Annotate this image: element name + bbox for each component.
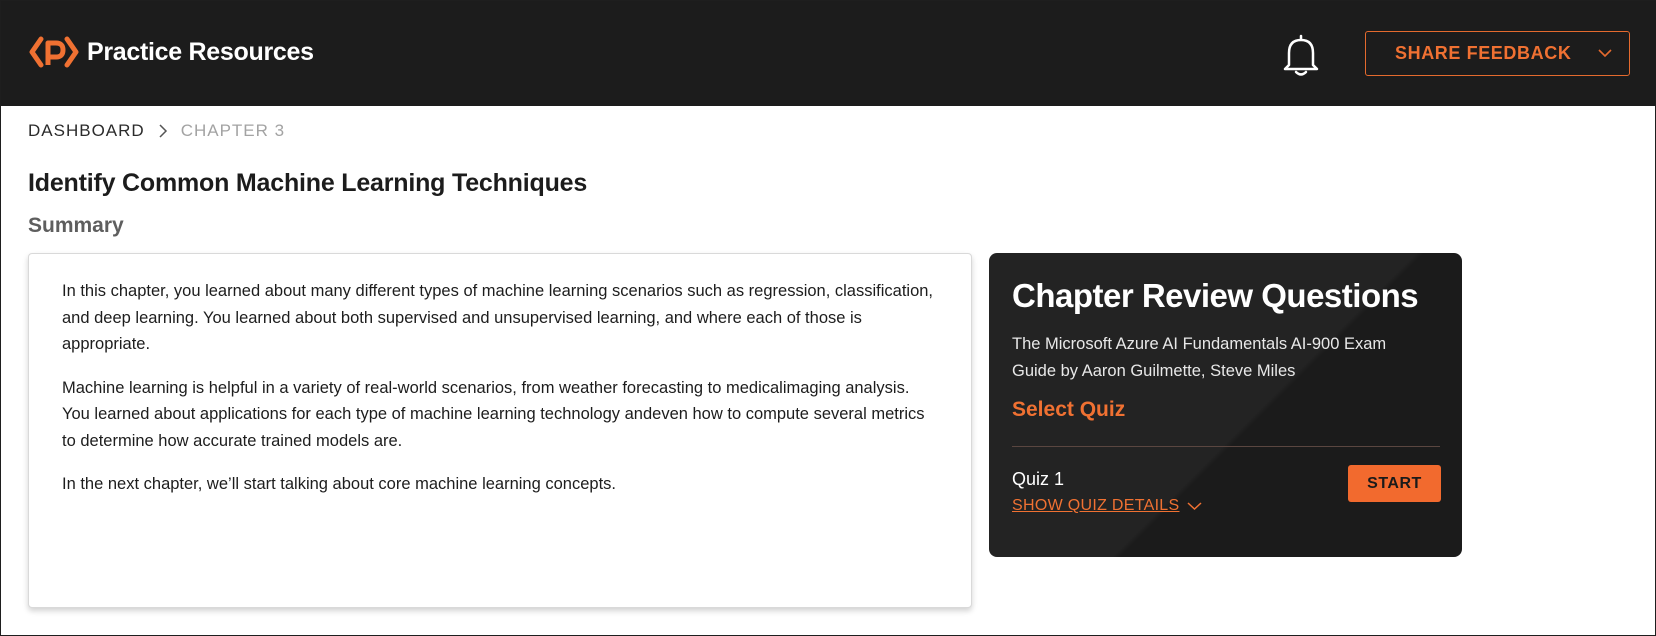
summary-card: In this chapter, you learned about many …: [28, 253, 972, 608]
chevron-down-icon: [1187, 502, 1202, 511]
chevron-down-icon: [1598, 49, 1612, 58]
start-quiz-button[interactable]: START: [1348, 465, 1441, 502]
breadcrumb: DASHBOARD CHAPTER 3: [28, 121, 285, 141]
show-quiz-details-label: SHOW QUIZ DETAILS: [1012, 497, 1180, 514]
summary-paragraph: In the next chapter, we’ll start talking…: [62, 475, 616, 493]
breadcrumb-current: CHAPTER 3: [180, 121, 286, 140]
brand-name: Practice Resources: [87, 37, 314, 66]
chevron-right-icon: [159, 124, 167, 138]
divider: [1012, 446, 1440, 447]
share-feedback-button[interactable]: SHARE FEEDBACK: [1365, 31, 1630, 76]
book-title: The Microsoft Azure AI Fundamentals AI-9…: [1012, 335, 1387, 380]
quiz-name: Quiz 1: [1012, 469, 1065, 489]
page-title: Identify Common Machine Learning Techniq…: [28, 169, 588, 197]
show-quiz-details-link[interactable]: SHOW QUIZ DETAILS: [1012, 497, 1202, 515]
summary-paragraph: In this chapter, you learned about many …: [62, 282, 934, 353]
share-feedback-label: SHARE FEEDBACK: [1395, 43, 1572, 63]
breadcrumb-dashboard[interactable]: DASHBOARD: [28, 121, 145, 141]
top-navigation-bar: Practice Resources SHARE FEEDBACK: [1, 1, 1656, 106]
section-title: Summary: [28, 214, 124, 237]
bell-icon[interactable]: [1281, 33, 1321, 77]
select-quiz-heading: Select Quiz: [1012, 398, 1126, 421]
brand-logo[interactable]: Practice Resources: [29, 35, 314, 69]
chapter-review-card: Chapter Review Questions The Microsoft A…: [989, 253, 1462, 557]
packt-logo-icon: [29, 36, 79, 68]
summary-paragraph: Machine learning is helpful in a variety…: [62, 378, 925, 450]
review-title: Chapter Review Questions: [1012, 277, 1419, 314]
